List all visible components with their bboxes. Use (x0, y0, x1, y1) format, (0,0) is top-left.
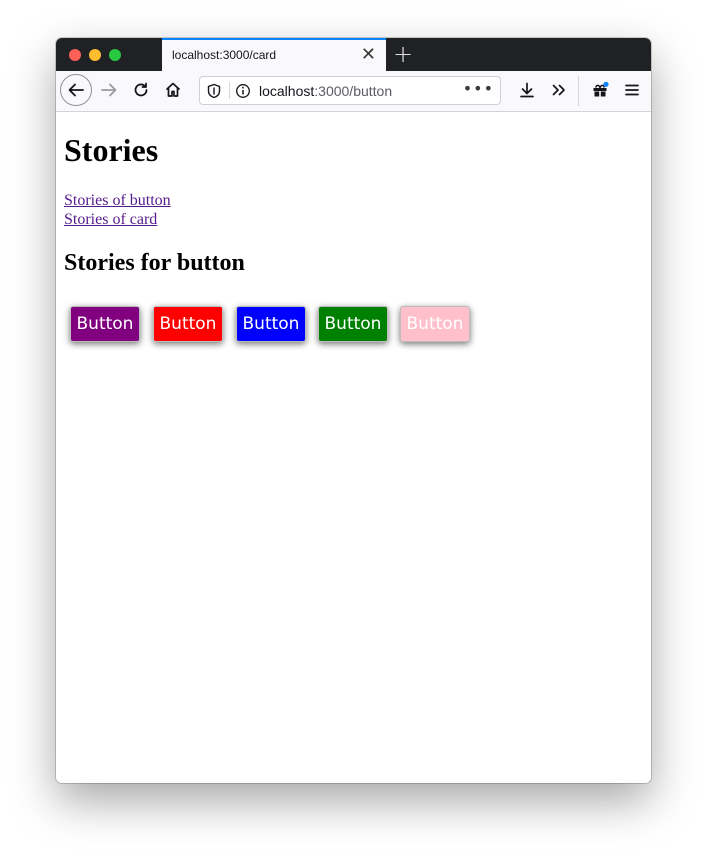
extensions-button[interactable] (585, 75, 615, 105)
download-icon (520, 82, 534, 98)
url-divider (229, 82, 230, 99)
home-icon (165, 82, 181, 97)
forward-button[interactable] (94, 75, 124, 105)
overflow-chevron-icon (552, 84, 565, 96)
page-actions-more-icon[interactable]: ••• (463, 78, 494, 100)
window-close-button[interactable] (69, 49, 81, 61)
extensions-icon (593, 81, 609, 97)
page-content: Stories Stories of button Stories of car… (56, 112, 651, 783)
home-button[interactable] (158, 75, 188, 105)
tab-active[interactable]: localhost:3000/card ✕ (162, 38, 386, 71)
toolbar-divider (578, 76, 579, 106)
overflow-menu-button[interactable] (544, 75, 574, 105)
purple-button[interactable]: Button (70, 306, 140, 342)
url-bar[interactable]: localhost:3000/button ••• (199, 76, 501, 105)
info-icon[interactable] (235, 83, 251, 99)
link-stories-of-button[interactable]: Stories of button (64, 192, 171, 210)
downloads-button[interactable] (512, 75, 542, 105)
link-stories-of-card[interactable]: Stories of card (64, 211, 157, 229)
reload-icon (134, 82, 148, 97)
forward-arrow-icon (101, 83, 117, 97)
hamburger-menu-icon (625, 84, 639, 96)
red-button[interactable]: Button (153, 306, 223, 342)
back-arrow-icon (68, 83, 84, 97)
shield-icon[interactable] (207, 83, 221, 99)
new-tab-button[interactable]: + (393, 40, 413, 68)
app-menu-button[interactable] (617, 75, 647, 105)
green-button[interactable]: Button (318, 306, 388, 342)
tab-close-icon[interactable]: ✕ (361, 44, 376, 66)
page-title: Stories (64, 132, 159, 168)
browser-window: localhost:3000/card ✕ + localhost:3000/b… (56, 38, 651, 783)
section-title: Stories for button (64, 250, 245, 276)
reload-button[interactable] (126, 75, 156, 105)
window-maximize-button[interactable] (109, 49, 121, 61)
url-host: localhost (259, 83, 315, 99)
tab-title: localhost:3000/card (172, 48, 277, 62)
blue-button[interactable]: Button (236, 306, 306, 342)
tab-bar: localhost:3000/card ✕ + (56, 38, 651, 71)
back-button[interactable] (60, 74, 92, 106)
window-minimize-button[interactable] (89, 49, 101, 61)
url-path: :3000/button (314, 83, 393, 99)
url-text[interactable]: localhost:3000/button (259, 83, 392, 99)
pink-button[interactable]: Button (400, 306, 470, 342)
nav-toolbar: localhost:3000/button ••• (56, 71, 651, 112)
